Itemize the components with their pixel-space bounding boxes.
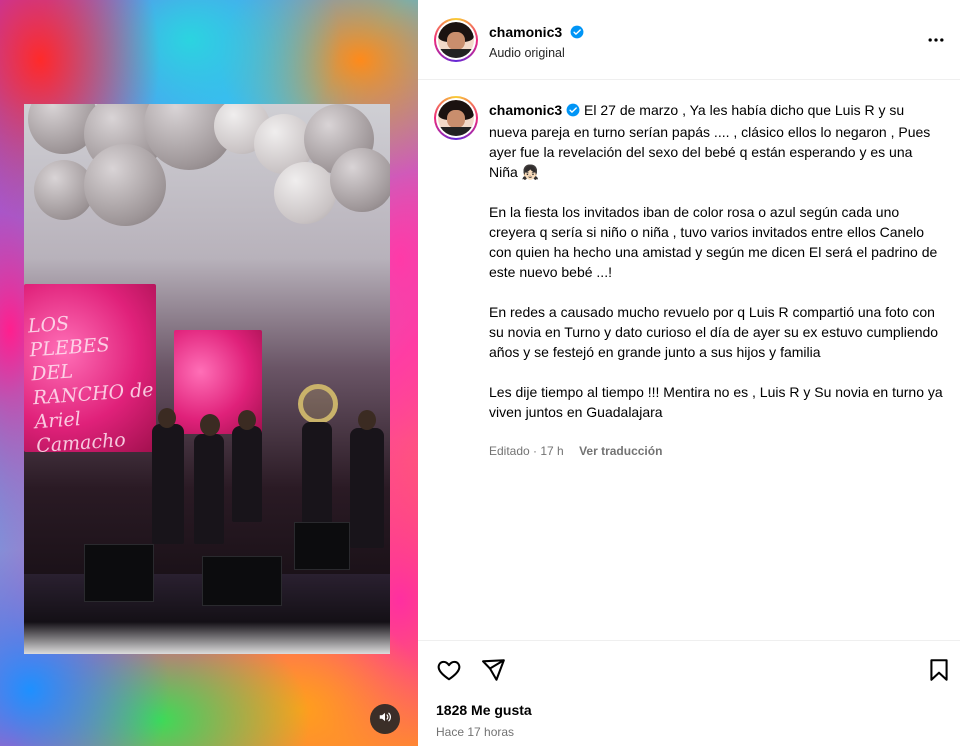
balloon <box>84 144 166 226</box>
heart-icon <box>436 660 462 687</box>
stage-speaker <box>294 522 350 570</box>
caption-meta: Editado · 17 h Ver traducción <box>489 444 662 458</box>
likes-count[interactable]: 1828 Me gusta <box>436 702 532 718</box>
verified-badge-icon <box>570 25 584 42</box>
balloon <box>330 148 390 212</box>
speaker-icon <box>378 710 392 729</box>
save-button[interactable] <box>926 657 952 683</box>
band-member-head <box>238 410 256 430</box>
see-translation-link[interactable]: Ver traducción <box>579 444 662 458</box>
band-member <box>350 428 384 548</box>
bookmark-icon <box>926 659 952 687</box>
band-member <box>302 422 332 532</box>
band-member <box>194 434 224 544</box>
avatar[interactable] <box>434 18 478 62</box>
post-header: chamonic3 Audio original <box>418 0 960 80</box>
band-member <box>152 424 184 544</box>
stage-speaker <box>202 556 282 606</box>
post-photo[interactable]: LOS PLEBES DEL RANCHO de Ariel Camacho <box>24 104 390 654</box>
post-details-panel: chamonic3 Audio original chamonic3 El 27… <box>418 0 960 746</box>
caption-username[interactable]: chamonic3 <box>489 102 562 118</box>
audio-link[interactable]: Audio original <box>489 46 565 60</box>
band-member-head <box>200 414 220 436</box>
caption-paragraph-3: En redes a causado mucho revuelo por q L… <box>489 304 939 360</box>
more-horizontal-icon <box>926 37 946 54</box>
stage-speaker <box>84 544 154 602</box>
mute-button[interactable] <box>370 704 400 734</box>
tuba <box>298 384 338 424</box>
band-member-head <box>158 408 176 428</box>
more-options-button[interactable] <box>926 30 946 50</box>
post-media-panel: LOS PLEBES DEL RANCHO de Ariel Camacho <box>0 0 418 746</box>
post-actions: 1828 Me gusta Hace 17 horas <box>418 640 960 746</box>
like-button[interactable] <box>436 657 462 683</box>
edited-timestamp: Editado · 17 h <box>489 444 564 458</box>
band-member <box>232 426 262 522</box>
paper-plane-icon <box>480 659 506 687</box>
header-username-text[interactable]: chamonic3 <box>489 24 562 40</box>
caption-paragraph-1: chamonic3 El 27 de marzo , Ya les había … <box>489 100 944 182</box>
stage-screen-left: LOS PLEBES DEL RANCHO de Ariel Camacho <box>24 284 156 457</box>
band-member-head <box>358 410 376 430</box>
caption-paragraph-2: En la fiesta los invitados iban de color… <box>489 204 938 280</box>
verified-badge-icon <box>566 102 580 122</box>
post-caption: chamonic3 El 27 de marzo , Ya les había … <box>489 100 944 422</box>
stage-screen-text: LOS PLEBES DEL RANCHO de Ariel Camacho <box>27 312 155 458</box>
header-username[interactable]: chamonic3 <box>489 24 584 42</box>
balloon <box>274 162 336 224</box>
share-button[interactable] <box>480 657 506 683</box>
caption-paragraph-4: Les dije tiempo al tiempo !!! Mentira no… <box>489 384 943 420</box>
caption-avatar[interactable] <box>434 96 478 140</box>
post-timestamp: Hace 17 horas <box>436 725 515 739</box>
